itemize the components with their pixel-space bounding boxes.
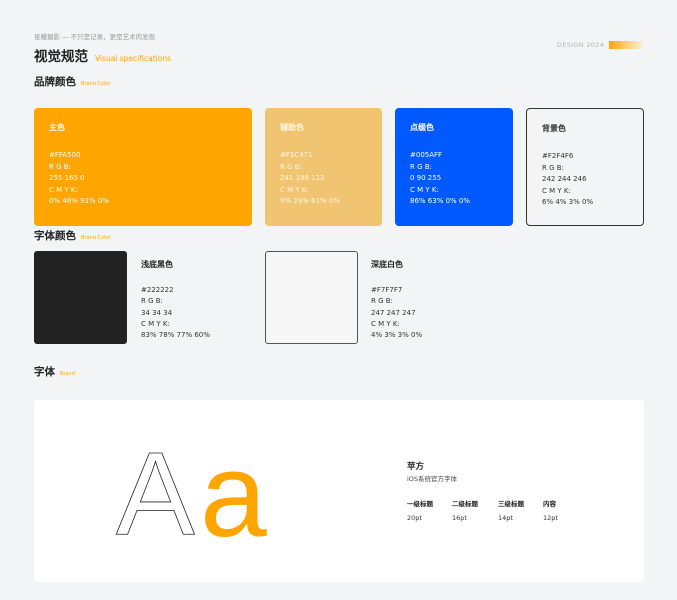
section-title: 字体 <box>34 366 55 378</box>
color-cmyk: 86% 63% 0% 0% <box>410 197 471 205</box>
color-name: 浅底黑色 <box>141 260 173 269</box>
color-rgb: 241 196 113 <box>280 174 325 182</box>
level-size: 14pt <box>498 514 513 522</box>
page-subtitle: Visual specifications <box>95 54 171 63</box>
font-description: iOS系统官方字体 <box>407 475 458 483</box>
section-title: 品牌颜色 <box>34 76 76 88</box>
page-title: 视觉规范 <box>34 49 88 65</box>
tagline: 星耀摄影 — 不只是记录，更是艺术的发现 <box>34 33 156 41</box>
color-rgb: 247 247 247 <box>371 308 416 317</box>
font-name: 苹方 <box>407 462 425 472</box>
color-rgb-label: R G B: <box>542 163 564 172</box>
color-hex: #F1C471 <box>280 151 313 159</box>
design-gradient-bar <box>609 41 643 49</box>
level-label: 内容 <box>543 500 556 508</box>
color-name: 辅助色 <box>280 123 304 132</box>
color-card-secondary: 辅助色 #F1C471 R G B: 241 196 113 C M Y K: … <box>265 108 382 226</box>
font-sample-lower: a <box>200 442 267 542</box>
color-cmyk-label: C M Y K: <box>141 319 170 328</box>
level-label: 三级标题 <box>498 500 524 508</box>
design-tag-text: DESIGN 2024 <box>557 41 604 49</box>
color-rgb-label: R G B: <box>280 162 302 171</box>
color-card-accent: 点缀色 #005AFF R G B: 0 90 255 C M Y K: 86%… <box>395 108 513 226</box>
color-cmyk-label: C M Y K: <box>371 319 400 328</box>
color-cmyk-label: C M Y K: <box>280 185 309 194</box>
color-name: 背景色 <box>542 124 566 133</box>
color-rgb-label: R G B: <box>371 297 393 306</box>
color-rgb: 242 244 246 <box>542 175 587 183</box>
section-title: 字体颜色 <box>34 230 76 242</box>
level-size: 12pt <box>543 514 558 522</box>
color-cmyk: 4% 3% 3% 0% <box>371 331 423 340</box>
font-color-swatch-light <box>265 251 358 344</box>
level-size: 20pt <box>407 514 422 522</box>
section-font: 字体 Brand <box>34 364 75 379</box>
font-color-swatch-dark <box>34 251 127 344</box>
color-hex: #F7F7F7 <box>371 286 403 294</box>
color-rgb-label: R G B: <box>49 162 71 171</box>
color-hex: #222222 <box>141 286 174 294</box>
color-rgb-label: R G B: <box>141 297 163 306</box>
typography-panel: A a 苹方 iOS系统官方字体 一级标题 20pt 二级标题 16pt 三级标… <box>34 400 644 582</box>
section-subtitle: Brand Color <box>81 81 111 87</box>
font-color-info-dark: 浅底黑色 #222222 R G B: 34 34 34 C M Y K: 83… <box>141 259 210 341</box>
color-rgb: 255 165 0 <box>49 174 85 182</box>
page-title-row: 视觉规范 Visual specifications <box>34 45 171 65</box>
color-cmyk: 6% 4% 3% 0% <box>542 198 594 206</box>
level-label: 二级标题 <box>452 500 478 508</box>
color-hex: #005AFF <box>410 151 443 159</box>
color-hex: #FFA500 <box>49 151 81 159</box>
color-cmyk: 0% 46% 91% 0% <box>49 197 110 205</box>
section-brand-color: 品牌颜色 Brand Color <box>34 74 111 89</box>
color-rgb: 34 34 34 <box>141 308 173 317</box>
color-name: 点缀色 <box>410 123 434 132</box>
font-color-info-light: 深底白色 #F7F7F7 R G B: 247 247 247 C M Y K:… <box>371 259 422 341</box>
level-label: 一级标题 <box>407 500 433 508</box>
level-size: 16pt <box>452 514 467 522</box>
font-sample-upper: A <box>116 442 195 542</box>
color-name: 主色 <box>49 123 65 132</box>
font-sample-aa: A a <box>116 442 267 542</box>
design-tag: DESIGN 2024 <box>557 41 643 49</box>
color-cmyk-label: C M Y K: <box>542 186 571 195</box>
color-cmyk-label: C M Y K: <box>410 185 439 194</box>
section-font-color: 字体颜色 Brand Color <box>34 228 111 243</box>
color-name: 深底白色 <box>371 260 403 269</box>
section-subtitle: Brand <box>60 371 75 377</box>
color-cmyk: 83% 78% 77% 60% <box>141 331 210 340</box>
color-card-primary: 主色 #FFA500 R G B: 255 165 0 C M Y K: 0% … <box>34 108 252 226</box>
color-hex: #F2F4F6 <box>542 152 574 160</box>
color-cmyk: 9% 29% 61% 0% <box>280 197 341 205</box>
color-card-background: 背景色 #F2F4F6 R G B: 242 244 246 C M Y K: … <box>526 108 644 226</box>
color-cmyk-label: C M Y K: <box>49 185 78 194</box>
color-rgb-label: R G B: <box>410 162 432 171</box>
section-subtitle: Brand Color <box>81 235 111 241</box>
color-rgb: 0 90 255 <box>410 174 442 182</box>
